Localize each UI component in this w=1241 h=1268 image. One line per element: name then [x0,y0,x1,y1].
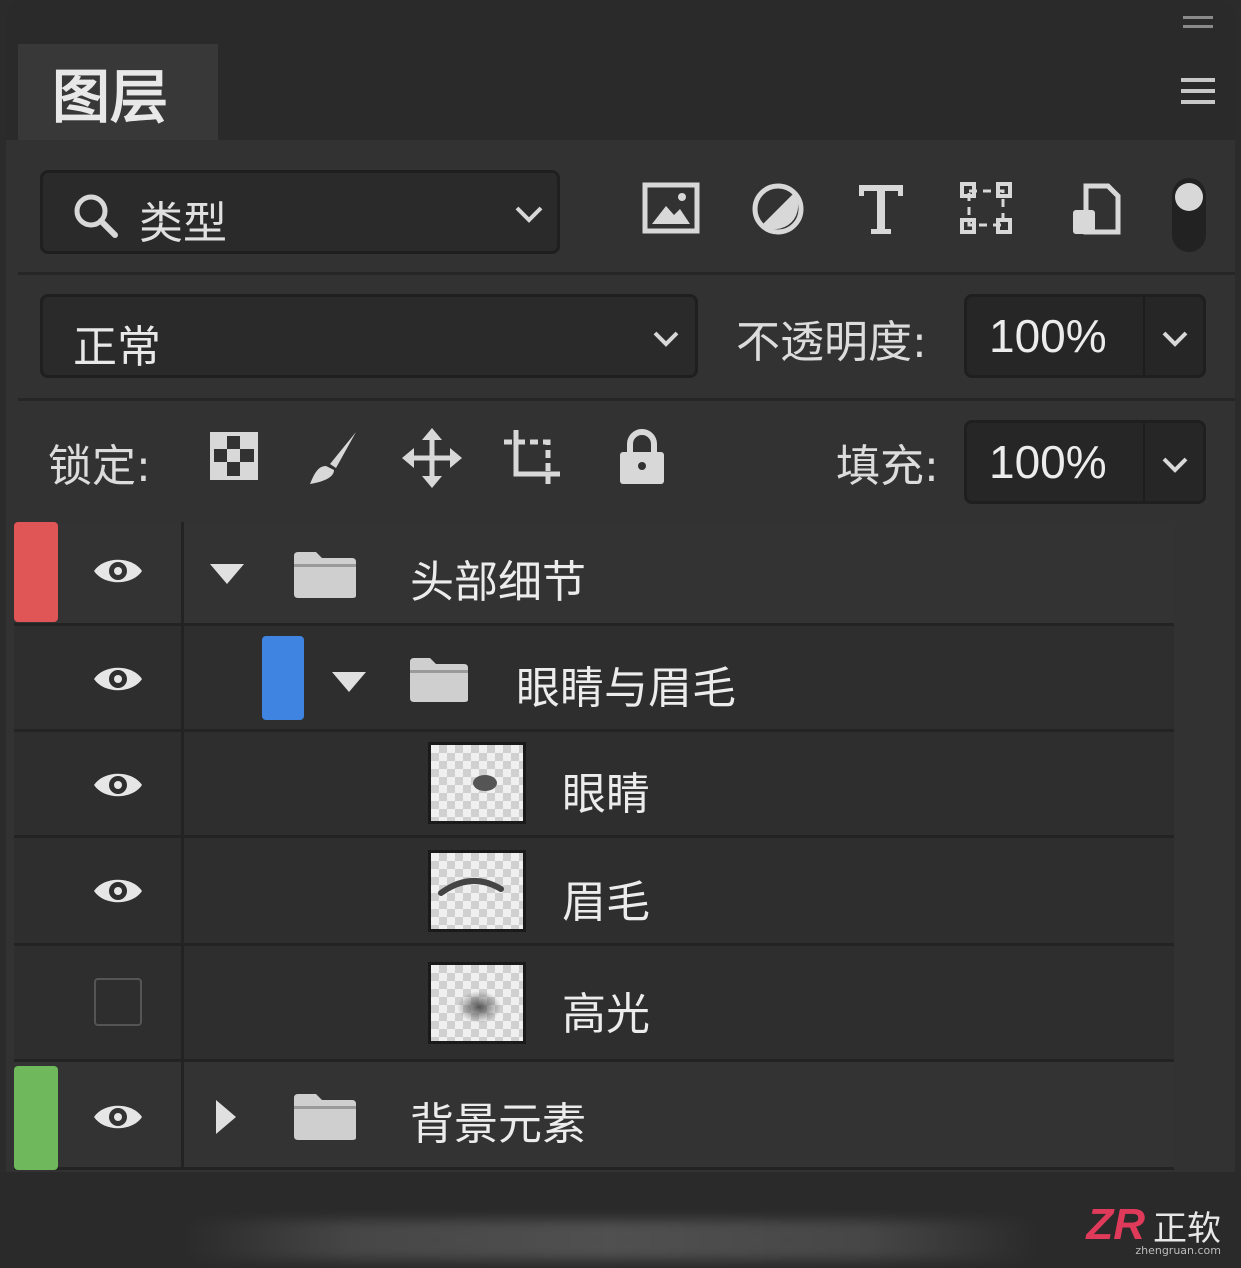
eye-icon[interactable] [92,662,144,696]
layer-row-background-elements[interactable]: 背景元素 [14,1062,1174,1170]
opacity-chevron-icon[interactable] [1161,329,1189,349]
fill-value[interactable]: 100% [989,435,1107,489]
layer-thumbnail [428,742,526,824]
visibility-cell[interactable] [66,626,184,729]
layer-name[interactable]: 眼睛与眉毛 [516,652,736,716]
layer-row-highlight[interactable]: 高光 [14,946,1174,1062]
lock-artboard-icon[interactable] [502,428,564,488]
blurred-footer-icons [180,1220,1040,1260]
tab-layers[interactable]: 图层 [18,44,218,140]
opacity-field[interactable]: 100% [964,294,1206,378]
chevron-down-icon [515,206,543,223]
eye-icon[interactable] [92,768,144,802]
watermark-url: zhengruan.com [1135,1244,1221,1257]
blend-row: 正常 不透明度: 100% [18,276,1235,401]
filter-kind-dropdown[interactable]: 类型 [40,170,560,254]
lock-position-icon[interactable] [402,428,462,488]
filter-toggle-icon[interactable] [1172,178,1206,252]
layer-thumbnail [428,850,526,932]
visibility-cell[interactable] [66,522,184,623]
folder-icon [294,1094,356,1140]
layer-color-tag-red [14,522,58,622]
adjustment-filter-icon[interactable] [751,182,805,236]
layer-name[interactable]: 眉毛 [562,866,650,930]
lock-image-icon[interactable] [304,428,364,488]
expand-triangle-icon[interactable] [210,564,244,586]
panel-footer: ZR 正软 zhengruan.com [0,1172,1241,1268]
watermark-text: 正软 [1153,1208,1221,1249]
lock-label: 锁定: [48,441,151,492]
chevron-down-icon [653,331,679,347]
tab-row: 图层 [6,44,1235,140]
layer-name[interactable]: 头部细节 [410,546,586,610]
layer-row-eyes-and-brows[interactable]: 眼睛与眉毛 [14,626,1174,732]
collapse-triangle-icon[interactable] [216,1100,238,1134]
layer-color-tag-blue [262,636,304,720]
blend-mode-dropdown[interactable]: 正常 [40,294,698,378]
layer-row-head-details[interactable]: 头部细节 [14,522,1174,626]
watermark-logo: ZR [1086,1200,1145,1249]
layers-list: 头部细节 眼睛与眉毛 眼睛 眉毛 高光 背景元素 [14,522,1174,1170]
grip-icon[interactable] [1183,16,1213,34]
visibility-toggle-empty[interactable] [94,978,142,1026]
layer-name[interactable]: 背景元素 [410,1088,586,1152]
type-filter-icon[interactable] [856,182,906,236]
smart-object-filter-icon[interactable] [1070,182,1122,238]
blend-mode-value: 正常 [73,322,161,373]
layer-name[interactable]: 高光 [562,978,650,1042]
visibility-cell[interactable] [66,1062,184,1167]
shape-filter-icon[interactable] [960,182,1012,234]
eye-icon[interactable] [92,874,144,908]
image-filter-icon[interactable] [642,182,700,234]
layer-color-tag-green [14,1066,58,1170]
lock-transparent-icon[interactable] [210,432,258,480]
opacity-value[interactable]: 100% [989,309,1107,363]
lock-all-icon[interactable] [618,428,666,486]
fill-label: 填充: [836,441,939,492]
folder-icon [294,552,356,598]
panel-menu-icon[interactable] [1181,78,1215,111]
visibility-cell[interactable] [66,946,184,1059]
layer-row-eyes[interactable]: 眼睛 [14,732,1174,838]
eye-icon[interactable] [92,1100,144,1134]
folder-icon [410,658,468,702]
layer-row-eyebrows[interactable]: 眉毛 [14,838,1174,946]
visibility-cell[interactable] [66,732,184,835]
fill-chevron-icon[interactable] [1161,455,1189,475]
layer-thumbnail [428,962,526,1044]
expand-triangle-icon[interactable] [332,672,366,694]
opacity-label: 不透明度: [736,317,927,368]
layer-name[interactable]: 眼睛 [562,758,650,822]
panel-title-bar[interactable] [6,0,1235,44]
eye-icon[interactable] [92,554,144,588]
visibility-cell[interactable] [66,838,184,943]
watermark: ZR 正软 zhengruan.com [1086,1200,1221,1257]
lock-row: 锁定: 填充: 100% [18,400,1235,518]
filter-row: 类型 [18,148,1235,275]
filter-kind-label: 类型 [139,198,227,249]
fill-field[interactable]: 100% [964,420,1206,504]
search-icon [74,194,118,238]
